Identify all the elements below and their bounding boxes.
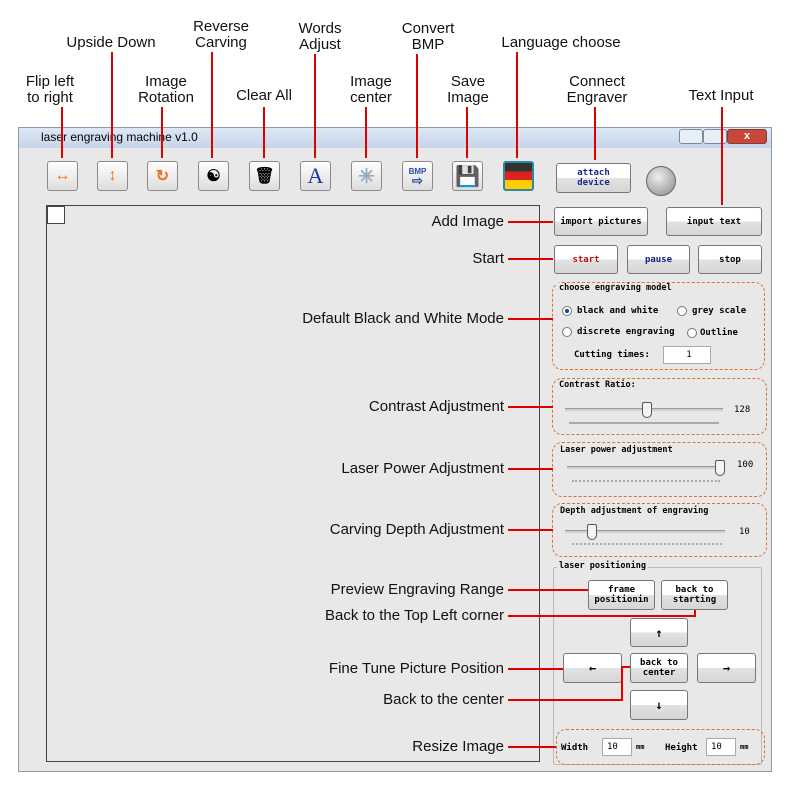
start-button[interactable]: start — [554, 245, 618, 274]
trash-icon: 🗑 — [254, 168, 275, 185]
yin-yang-icon: ☯ — [206, 168, 221, 185]
annotation-depth: Carving Depth Adjustment — [329, 521, 504, 538]
contrast-slider-thumb[interactable] — [642, 402, 652, 418]
depth-title: Depth adjustment of engraving — [558, 506, 711, 516]
rotate-button[interactable]: ↻ — [147, 161, 178, 191]
annotation-add-image: Add Image — [431, 213, 504, 230]
annotation-connect: Connect Engraver — [566, 73, 628, 106]
move-down-button[interactable]: ↓ — [630, 690, 688, 720]
language-button[interactable] — [503, 161, 534, 191]
laser-power-ticks — [572, 480, 720, 483]
depth-value: 10 — [739, 527, 750, 537]
title-bar: laser engraving machine v1.0 x — [19, 128, 771, 148]
arrow-right-icon: ⇨ — [412, 173, 423, 188]
width-label: Width — [561, 743, 589, 753]
height-input[interactable]: 10 — [706, 738, 736, 756]
flip-horizontal-button[interactable]: ↔ — [47, 161, 78, 191]
laser-power-value: 100 — [737, 460, 754, 470]
laser-power-title: Laser power adjustment — [558, 445, 675, 455]
letter-a-icon: A — [307, 163, 324, 188]
width-unit: mm — [636, 743, 645, 751]
flip-vertical-button[interactable]: ↕ — [97, 161, 128, 191]
depth-slider-thumb[interactable] — [587, 524, 597, 540]
height-unit: mm — [740, 743, 749, 751]
radio-black-and-white[interactable] — [562, 306, 572, 316]
radio-outline[interactable] — [687, 328, 697, 338]
rotate-icon: ↻ — [155, 168, 170, 185]
minimize-button[interactable] — [679, 129, 703, 144]
radio-discrete-engraving[interactable] — [562, 327, 572, 337]
move-right-button[interactable]: → — [697, 653, 756, 683]
annotation-upside-down: Upside Down — [66, 34, 156, 51]
annotation-reverse: Reverse Carving — [193, 18, 249, 51]
laser-power-slider-track[interactable] — [567, 466, 725, 469]
annotation-convert-bmp: Convert BMP — [401, 20, 455, 53]
move-up-button[interactable]: ↑ — [630, 618, 688, 647]
annotation-image-center: Image center — [350, 73, 392, 106]
option-outline: Outline — [700, 328, 738, 338]
annotation-back-top-left: Back to the Top Left corner — [325, 607, 504, 624]
laser-power-slider-thumb[interactable] — [715, 460, 725, 476]
annotation-words: Words Adjust — [298, 20, 342, 53]
laser-positioning-title: laser positioning — [557, 561, 648, 571]
contrast-value: 128 — [734, 405, 751, 415]
option-grey-scale: grey scale — [692, 306, 747, 316]
cutting-times-input[interactable]: 1 — [663, 346, 711, 364]
annotation-contrast: Contrast Adjustment — [368, 398, 504, 415]
contrast-title: Contrast Ratio: — [557, 380, 638, 390]
reverse-carving-button[interactable]: ☯ — [198, 161, 229, 191]
option-discrete-engraving: discrete engraving — [577, 327, 675, 337]
depth-ticks — [572, 543, 722, 546]
annotation-preview: Preview Engraving Range — [330, 581, 504, 598]
import-pictures-button[interactable]: import pictures — [554, 207, 648, 236]
frame-positioning-button[interactable]: frame positionin — [588, 580, 655, 610]
annotation-save: Save Image — [447, 73, 489, 106]
move-left-button[interactable]: ← — [563, 653, 622, 683]
canvas-origin-marker — [47, 206, 65, 224]
annotation-default-mode: Default Black and White Mode — [302, 310, 504, 327]
input-text-button[interactable]: input text — [666, 207, 762, 236]
annotation-fine-tune: Fine Tune Picture Position — [328, 660, 504, 677]
image-canvas[interactable] — [46, 205, 540, 762]
back-to-starting-button[interactable]: back to starting — [661, 580, 728, 610]
clear-all-button[interactable]: 🗑 — [249, 161, 280, 191]
connection-status-led — [646, 166, 676, 196]
contrast-slider-baseline — [569, 422, 719, 424]
annotation-clear-all: Clear All — [236, 87, 292, 104]
pause-button[interactable]: pause — [627, 245, 690, 274]
annotation-laser-power: Laser Power Adjustment — [341, 460, 504, 477]
flip-horizontal-icon: ↔ — [54, 167, 71, 184]
engraving-model-title: choose engraving model — [557, 283, 674, 293]
words-adjust-button[interactable]: A — [300, 161, 331, 191]
width-input[interactable]: 10 — [602, 738, 632, 756]
close-button[interactable]: x — [727, 129, 767, 144]
annotation-resize: Resize Image — [412, 738, 504, 755]
radio-grey-scale[interactable] — [677, 306, 687, 316]
height-label: Height — [665, 743, 698, 753]
convert-bmp-button[interactable]: BMP ⇨ — [402, 161, 433, 191]
option-black-and-white: black and white — [577, 306, 659, 316]
back-to-center-button[interactable]: back to center — [630, 653, 688, 683]
maximize-button[interactable] — [703, 129, 727, 144]
save-image-button[interactable]: 💾 — [452, 161, 483, 191]
window-title: laser engraving machine v1.0 — [41, 130, 198, 144]
stop-button[interactable]: stop — [698, 245, 762, 274]
annotation-back-center: Back to the center — [383, 691, 504, 708]
annotation-start: Start — [472, 250, 504, 267]
flip-vertical-icon: ↕ — [108, 167, 117, 184]
annotation-text-input: Text Input — [688, 87, 754, 104]
annotation-flip: Flip left to right — [25, 73, 75, 106]
starburst-icon: ✳ — [358, 165, 375, 188]
floppy-disk-icon: 💾 — [455, 165, 480, 188]
cutting-times-label: Cutting times: — [574, 350, 650, 360]
annotation-language: Language choose — [501, 34, 621, 51]
image-center-button[interactable]: ✳ — [351, 161, 382, 191]
annotation-rotation: Image Rotation — [138, 73, 194, 106]
attach-device-button[interactable]: attach device — [556, 163, 631, 193]
